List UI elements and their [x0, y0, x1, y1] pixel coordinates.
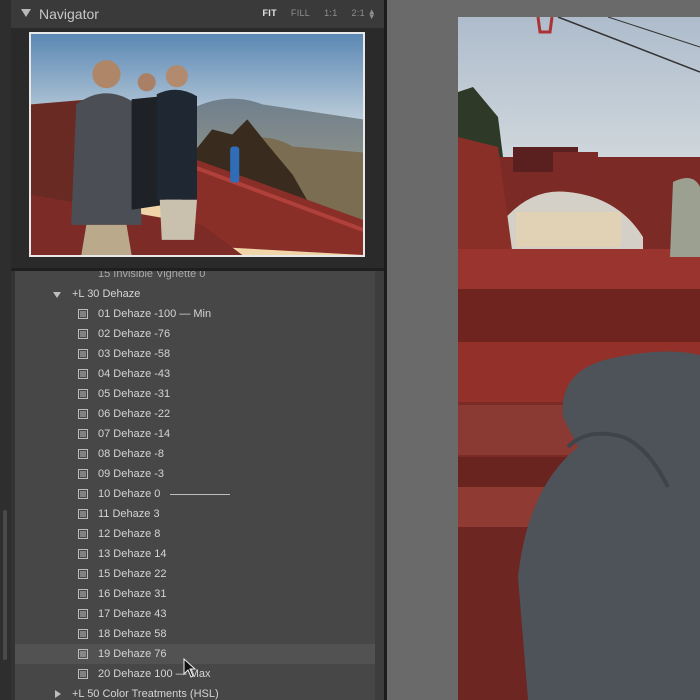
navigator-preview-area — [11, 28, 384, 268]
preset-item[interactable]: 15 Dehaze 22 — [15, 564, 375, 584]
preset-label: 06 Dehaze -22 — [98, 408, 171, 420]
zoom-1-1-button[interactable]: 1:1 — [324, 8, 337, 19]
preset-list-icon — [78, 629, 88, 639]
preset-list-icon — [78, 469, 88, 479]
preset-label: 10 Dehaze 0 — [98, 488, 161, 500]
mouse-pointer-icon — [183, 658, 197, 678]
preset-item[interactable]: 09 Dehaze -3 — [15, 464, 375, 484]
preset-item[interactable]: 02 Dehaze -76 — [15, 324, 375, 344]
preset-list-icon — [78, 309, 88, 319]
preset-label: 01 Dehaze -100 — Min — [98, 308, 212, 320]
preset-item[interactable]: 06 Dehaze -22 — [15, 404, 375, 424]
preset-list-icon — [78, 449, 88, 459]
collapse-triangle-icon[interactable] — [21, 9, 31, 17]
preset-folder-dehaze[interactable]: +L 30 Dehaze — [15, 284, 375, 304]
preset-label: 12 Dehaze 8 — [98, 528, 161, 540]
zoom-options: FIT FILL 1:1 2:1 ▲ ▼ — [263, 7, 377, 20]
zoom-stepper-icon[interactable]: ▲ ▼ — [368, 7, 376, 20]
preset-list-icon — [78, 529, 88, 539]
preset-label: 18 Dehaze 58 — [98, 628, 167, 640]
preset-list-icon — [78, 509, 88, 519]
navigator-preview-frame[interactable] — [29, 32, 365, 257]
preset-list-icon — [78, 549, 88, 559]
preset-list-icon — [78, 389, 88, 399]
preset-item[interactable]: 07 Dehaze -14 — [15, 424, 375, 444]
preset-item[interactable]: 01 Dehaze -100 — Min — [15, 304, 375, 324]
preset-folder-color-treatments[interactable]: +L 50 Color Treatments (HSL) — [15, 684, 375, 700]
zoom-2-1-button[interactable]: 2:1 ▲ ▼ — [351, 7, 376, 20]
preset-label: 07 Dehaze -14 — [98, 428, 171, 440]
preset-list-icon — [78, 489, 88, 499]
preset-label: 15 Dehaze 22 — [98, 568, 167, 580]
preset-list-icon — [78, 589, 88, 599]
preset-label: 02 Dehaze -76 — [98, 328, 171, 340]
preset-label: 16 Dehaze 31 — [98, 588, 167, 600]
preset-label: 11 Dehaze 3 — [98, 508, 160, 520]
preset-label: 09 Dehaze -3 — [98, 468, 165, 480]
preset-label: 15 Invisible Vignette 0 — [98, 271, 206, 280]
preset-item[interactable]: 04 Dehaze -43 — [15, 364, 375, 384]
preset-list-icon — [78, 369, 88, 379]
navigator-title: Navigator — [39, 6, 99, 22]
preset-list-icon — [78, 649, 88, 659]
preset-item[interactable]: 13 Dehaze 14 — [15, 544, 375, 564]
preset-item[interactable]: 10 Dehaze 0 — [15, 484, 375, 504]
preset-list-scrollbar[interactable] — [375, 271, 384, 700]
preset-label: 04 Dehaze -43 — [98, 368, 171, 380]
expand-down-icon[interactable] — [53, 292, 61, 298]
zoom-2-1-label: 2:1 — [351, 8, 365, 18]
preset-label: 19 Dehaze 76 — [98, 648, 167, 660]
preset-item[interactable]: 16 Dehaze 31 — [15, 584, 375, 604]
preset-list-icon — [78, 349, 88, 359]
preset-item[interactable]: 12 Dehaze 8 — [15, 524, 375, 544]
folder-label: +L 50 Color Treatments (HSL) — [72, 688, 219, 700]
navigator-preview-image — [31, 34, 363, 255]
preset-label: 03 Dehaze -58 — [98, 348, 171, 360]
preset-list-icon — [78, 409, 88, 419]
preset-label: 17 Dehaze 43 — [98, 608, 167, 620]
preset-label: 13 Dehaze 14 — [98, 548, 167, 560]
navigator-header[interactable]: Navigator FIT FILL 1:1 2:1 ▲ ▼ — [11, 0, 384, 28]
preset-list-icon — [78, 569, 88, 579]
preset-label: 08 Dehaze -8 — [98, 448, 165, 460]
folder-label: +L 30 Dehaze — [72, 288, 141, 300]
preset-item[interactable]: 17 Dehaze 43 — [15, 604, 375, 624]
preview-underline — [170, 494, 230, 495]
preset-list-icon — [78, 429, 88, 439]
preset-item[interactable]: 05 Dehaze -31 — [15, 384, 375, 404]
left-panel-scroll-handle[interactable] — [3, 510, 7, 660]
preset-item[interactable]: 03 Dehaze -58 — [15, 344, 375, 364]
preset-label: 05 Dehaze -31 — [98, 388, 171, 400]
main-photo — [458, 17, 700, 700]
preset-list-icon — [78, 669, 88, 679]
preset-item[interactable]: 18 Dehaze 58 — [15, 624, 375, 644]
zoom-fit-button[interactable]: FIT — [263, 8, 277, 19]
preset-item[interactable]: 15 Invisible Vignette 0 — [15, 271, 375, 284]
zoom-fill-button[interactable]: FILL — [291, 8, 310, 19]
preset-list-icon — [78, 329, 88, 339]
preset-item[interactable]: 11 Dehaze 3 — [15, 504, 375, 524]
left-edge-strip — [0, 0, 11, 700]
preset-item[interactable]: 08 Dehaze -8 — [15, 444, 375, 464]
preset-list: 15 Invisible Vignette 0 +L 30 Dehaze 01 … — [15, 271, 375, 700]
expand-right-icon[interactable] — [55, 690, 61, 698]
preset-list-icon — [78, 609, 88, 619]
